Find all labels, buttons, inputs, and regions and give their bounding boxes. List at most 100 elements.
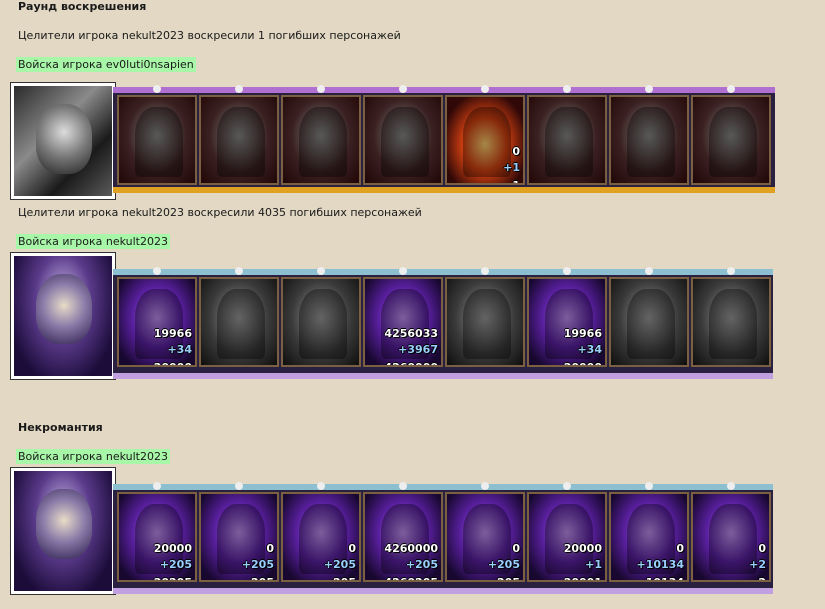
unit-slot[interactable]	[117, 95, 197, 185]
unit-slot[interactable]	[199, 277, 279, 367]
hero-portrait-wizard[interactable]	[10, 467, 116, 595]
unit-count-top: 4256033	[384, 327, 438, 340]
unit-slot[interactable]	[609, 95, 689, 185]
unit-count-bot: 20205	[154, 576, 192, 580]
unit-count-top: 20000	[563, 542, 602, 555]
skull-icon	[235, 482, 243, 490]
skull-icon	[727, 85, 735, 93]
unit-figure	[463, 289, 511, 359]
skull-icon	[727, 267, 735, 275]
unit-slot[interactable]: 20000 +205 20205	[117, 492, 197, 582]
unit-slot[interactable]	[363, 95, 443, 185]
unit-figure	[627, 289, 675, 359]
army-label-1: Войска игрока ev0luti0nsapien	[16, 57, 196, 72]
unit-slot[interactable]	[445, 277, 525, 367]
unit-count-bot: 205	[333, 576, 356, 580]
skull-icon	[481, 267, 489, 275]
unit-count-bot: 1	[512, 179, 520, 183]
unit-count-bot: 205	[251, 576, 274, 580]
unit-count-mid: +205	[241, 558, 274, 571]
unit-count-top: 0	[758, 542, 766, 555]
unit-slot[interactable]	[691, 95, 771, 185]
skull-icon	[645, 85, 653, 93]
unit-count-mid: +34	[167, 343, 192, 356]
skull-icon	[235, 267, 243, 275]
skull-icon	[563, 267, 571, 275]
skull-icon	[563, 482, 571, 490]
necro-title: Некромантия	[18, 421, 103, 434]
unit-count-top: 19966	[153, 327, 192, 340]
unit-count-bot: 10134	[646, 576, 684, 580]
unit-count-top: 20000	[153, 542, 192, 555]
unit-count-top: 0	[266, 542, 274, 555]
unit-slot[interactable]	[527, 95, 607, 185]
unit-count-top: 0	[512, 542, 520, 555]
unit-figure	[299, 289, 347, 359]
skull-icon	[645, 267, 653, 275]
skull-icon	[399, 85, 407, 93]
unit-figure	[217, 289, 265, 359]
unit-count-mid: +2	[749, 558, 766, 571]
skull-icon	[481, 85, 489, 93]
unit-count-mid: +205	[323, 558, 356, 571]
unit-strip-2: 19966 +34 20000 4256033 +3967 4260000 19966 +34…	[113, 267, 773, 379]
unit-count-bot: 205	[497, 576, 520, 580]
skull-icon	[153, 482, 161, 490]
unit-count-bot: 4260000	[384, 361, 438, 365]
unit-count-top: 0	[348, 542, 356, 555]
unit-count-mid: +1	[585, 558, 602, 571]
skull-icon	[235, 85, 243, 93]
unit-count-bot: 2	[758, 576, 766, 580]
healers-text-2: Целители игрока nekult2023 воскресили 40…	[18, 206, 422, 219]
unit-figure	[709, 107, 757, 177]
unit-slot[interactable]: 0 +10134 10134	[609, 492, 689, 582]
unit-slot[interactable]: 4260000 +205 4260205	[363, 492, 443, 582]
healers-text-1: Целители игрока nekult2023 воскресили 1 …	[18, 29, 401, 42]
unit-slot[interactable]	[281, 277, 361, 367]
skull-icon	[563, 85, 571, 93]
skull-icon	[399, 482, 407, 490]
unit-figure	[545, 107, 593, 177]
unit-figure	[627, 107, 675, 177]
army-label-3: Войска игрока nekult2023	[16, 449, 170, 464]
hero-portrait-evil[interactable]	[10, 82, 116, 200]
unit-count-top: 4260000	[384, 542, 438, 555]
unit-slot[interactable]: 0 +2 2	[691, 492, 771, 582]
unit-count-mid: +10134	[636, 558, 685, 571]
unit-slot[interactable]: 0 +1 1	[445, 95, 525, 185]
skull-icon	[399, 267, 407, 275]
unit-count-mid: +205	[159, 558, 192, 571]
skull-icon	[317, 482, 325, 490]
unit-count-mid: +1	[503, 161, 520, 174]
unit-slot[interactable]: 0 +205 205	[445, 492, 525, 582]
skull-icon	[153, 267, 161, 275]
unit-slot[interactable]	[609, 277, 689, 367]
round-title: Раунд воскрешения	[18, 0, 147, 13]
unit-slot[interactable]	[691, 277, 771, 367]
unit-slot[interactable]: 19966 +34 20000	[527, 277, 607, 367]
hero-portrait-wizard[interactable]	[10, 252, 116, 380]
unit-count-bot: 20000	[564, 361, 602, 365]
unit-slot[interactable]: 19966 +34 20000	[117, 277, 197, 367]
unit-count-bot: 20001	[564, 576, 602, 580]
unit-count-top: 19966	[563, 327, 602, 340]
unit-count-top: 0	[512, 145, 520, 158]
skull-icon	[317, 85, 325, 93]
army-row-3: 20000+205202050+2052050+2052054260000+20…	[10, 467, 773, 595]
unit-count-mid: +205	[405, 558, 438, 571]
skull-icon	[317, 267, 325, 275]
unit-slot[interactable]: 20000 +1 20001	[527, 492, 607, 582]
unit-count-top: 0	[676, 542, 684, 555]
unit-figure	[135, 107, 183, 177]
unit-count-mid: +34	[577, 343, 602, 356]
unit-slot[interactable]: 0 +205 205	[199, 492, 279, 582]
unit-slot[interactable]: 4256033 +3967 4260000	[363, 277, 443, 367]
unit-figure	[217, 107, 265, 177]
unit-count-bot: 4260205	[384, 576, 438, 580]
unit-slot[interactable]: 0 +205 205	[281, 492, 361, 582]
skull-icon	[727, 482, 735, 490]
unit-count-mid: +3967	[398, 343, 438, 356]
unit-slot[interactable]	[281, 95, 361, 185]
unit-slot[interactable]	[199, 95, 279, 185]
skull-icon	[645, 482, 653, 490]
